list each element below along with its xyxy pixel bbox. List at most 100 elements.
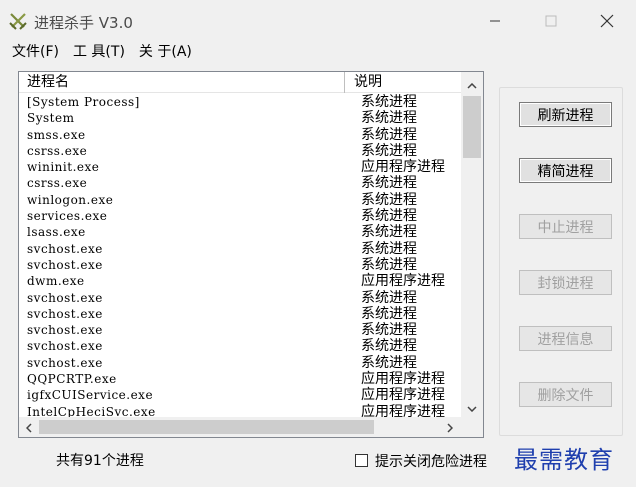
process-name-cell: svchost.exe (27, 355, 103, 370)
chevron-right-icon (447, 418, 454, 437)
process-description-cell: 系统进程 (361, 224, 417, 241)
process-description-cell: 应用程序进程 (361, 387, 445, 404)
process-description-cell: 系统进程 (361, 94, 417, 110)
terminate-process-button[interactable]: 中止进程 (519, 214, 612, 239)
process-name-cell: services.exe (27, 209, 108, 224)
process-description-cell: 系统进程 (361, 142, 417, 159)
minimize-icon (489, 15, 501, 27)
table-row[interactable]: svchost.exe 系统进程 (19, 290, 461, 306)
scroll-down-button[interactable] (461, 397, 483, 415)
process-description-cell: 系统进程 (361, 240, 417, 257)
process-name-cell: svchost.exe (27, 323, 103, 338)
table-row[interactable]: csrss.exe 系统进程 (19, 175, 461, 191)
process-description-cell: 应用程序进程 (361, 403, 445, 417)
table-row[interactable]: svchost.exe 系统进程 (19, 241, 461, 257)
process-name-cell: svchost.exe (27, 339, 103, 354)
process-list[interactable]: 进程名 说明 [System Process] 系统进程 System 系统进程 sms… (18, 71, 484, 438)
process-rows: [System Process] 系统进程 System 系统进程 smss.exe 系统… (19, 94, 461, 417)
table-row[interactable]: igfxCUIService.exe 应用程序进程 (19, 387, 461, 403)
menu-file[interactable]: 文件(F) (12, 41, 59, 61)
column-header-description[interactable]: 说明 (346, 72, 461, 93)
scroll-right-button[interactable] (441, 417, 459, 437)
process-description-cell: 系统进程 (361, 305, 417, 322)
table-row[interactable]: lsass.exe 系统进程 (19, 224, 461, 240)
process-description-cell: 系统进程 (361, 289, 417, 306)
table-row[interactable]: svchost.exe 系统进程 (19, 306, 461, 322)
process-name-cell: lsass.exe (27, 225, 86, 240)
chevron-up-icon (467, 74, 477, 93)
process-info-button[interactable]: 进程信息 (519, 326, 612, 351)
table-row[interactable]: wininit.exe 应用程序进程 (19, 159, 461, 175)
process-name-cell: dwm.exe (27, 274, 85, 289)
action-button-group: 刷新进程 精简进程 中止进程 封锁进程 进程信息 删除文件 (499, 87, 623, 436)
process-name-cell: smss.exe (27, 127, 86, 142)
table-row[interactable]: IntelCpHeciSvc.exe 应用程序进程 (19, 404, 461, 417)
process-name-cell: winlogon.exe (27, 192, 114, 207)
process-description-cell: 系统进程 (361, 322, 417, 339)
delete-file-button[interactable]: 删除文件 (519, 382, 612, 407)
crossed-swords-icon (8, 11, 28, 31)
process-name-cell: svchost.exe (27, 241, 103, 256)
vertical-scroll-thumb[interactable] (463, 96, 481, 158)
process-description-cell: 系统进程 (361, 338, 417, 355)
process-count-status: 共有91个进程 (56, 453, 144, 469)
process-description-cell: 应用程序进程 (361, 371, 445, 388)
table-row[interactable]: svchost.exe 系统进程 (19, 355, 461, 371)
table-row[interactable]: services.exe 系统进程 (19, 208, 461, 224)
simplify-processes-button[interactable]: 精简进程 (519, 158, 612, 183)
menu-tools[interactable]: 工 具(T) (73, 41, 125, 61)
process-name-cell: [System Process] (27, 95, 140, 109)
process-name-cell: csrss.exe (27, 176, 88, 191)
process-name-cell: igfxCUIService.exe (27, 388, 154, 403)
list-header: 进程名 说明 (19, 72, 461, 93)
process-description-cell: 应用程序进程 (361, 159, 445, 176)
table-row[interactable]: svchost.exe 系统进程 (19, 257, 461, 273)
scrollbar-corner (461, 417, 483, 437)
process-name-cell: csrss.exe (27, 143, 88, 158)
table-row[interactable]: smss.exe 系统进程 (19, 127, 461, 143)
table-row[interactable]: QQPCRTP.exe 应用程序进程 (19, 371, 461, 387)
process-description-cell: 系统进程 (361, 256, 417, 273)
maximize-button[interactable] (522, 0, 580, 42)
horizontal-scroll-thumb[interactable] (39, 420, 374, 434)
column-header-process-name[interactable]: 进程名 (19, 72, 345, 93)
table-row[interactable]: svchost.exe 系统进程 (19, 338, 461, 354)
scroll-left-button[interactable] (20, 417, 38, 437)
watermark-text: 最需教育 (514, 446, 614, 474)
vertical-scrollbar[interactable] (461, 72, 483, 417)
close-button[interactable] (578, 0, 636, 42)
process-description-cell: 系统进程 (361, 175, 417, 192)
window-title: 进程杀手 V3.0 (34, 14, 133, 32)
process-description-cell: 系统进程 (361, 208, 417, 225)
process-description-cell: 系统进程 (361, 191, 417, 208)
title-bar: 进程杀手 V3.0 (0, 0, 636, 42)
warn-dangerous-label[interactable]: 提示关闭危险进程 (375, 451, 487, 471)
horizontal-scrollbar[interactable] (19, 417, 461, 437)
scroll-up-button[interactable] (461, 74, 483, 92)
table-row[interactable]: csrss.exe 系统进程 (19, 143, 461, 159)
process-description-cell: 应用程序进程 (361, 273, 445, 290)
process-name-cell: wininit.exe (27, 160, 100, 175)
process-description-cell: 系统进程 (361, 126, 417, 143)
table-row[interactable]: dwm.exe 应用程序进程 (19, 273, 461, 289)
process-description-cell: 系统进程 (361, 354, 417, 371)
close-icon (600, 14, 614, 28)
menu-about[interactable]: 关 于(A) (139, 41, 192, 61)
warn-dangerous-checkbox[interactable] (355, 454, 368, 467)
chevron-left-icon (25, 418, 32, 437)
process-name-cell: svchost.exe (27, 306, 103, 321)
maximize-icon (545, 15, 557, 27)
process-description-cell: 系统进程 (361, 110, 417, 127)
table-row[interactable]: [System Process] 系统进程 (19, 94, 461, 110)
refresh-processes-button[interactable]: 刷新进程 (519, 102, 612, 127)
minimize-button[interactable] (466, 0, 524, 42)
process-name-cell: IntelCpHeciSvc.exe (27, 404, 156, 417)
block-process-button[interactable]: 封锁进程 (519, 270, 612, 295)
table-row[interactable]: winlogon.exe 系统进程 (19, 192, 461, 208)
process-name-cell: System (27, 111, 75, 126)
chevron-down-icon (467, 397, 477, 416)
process-name-cell: svchost.exe (27, 290, 103, 305)
process-name-cell: QQPCRTP.exe (27, 372, 117, 387)
table-row[interactable]: System 系统进程 (19, 110, 461, 126)
table-row[interactable]: svchost.exe 系统进程 (19, 322, 461, 338)
